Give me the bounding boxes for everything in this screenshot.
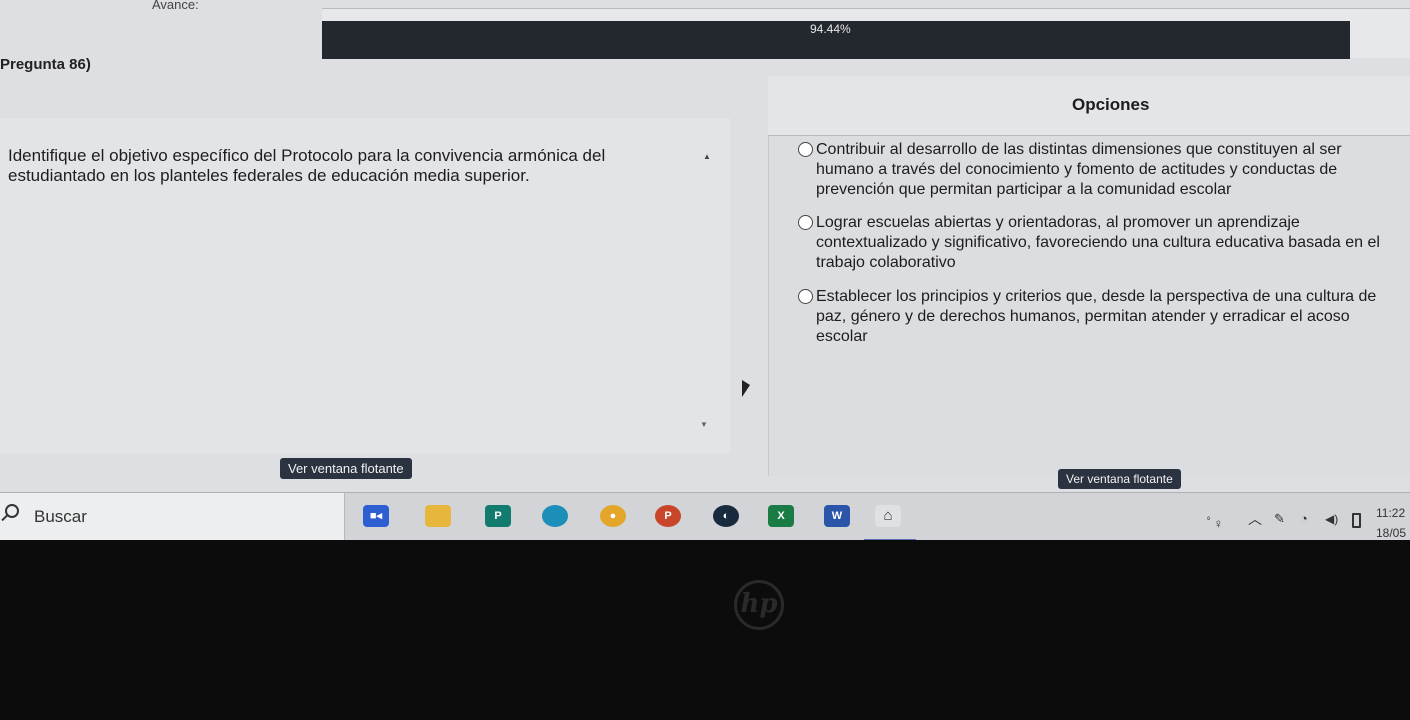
progress-bar: [322, 8, 1410, 59]
scroll-down-icon[interactable]: ▼: [700, 420, 708, 429]
option-text: Lograr escuelas abiertas y orientadoras,…: [816, 214, 1380, 271]
radio-icon[interactable]: [798, 289, 813, 304]
edge-icon[interactable]: [542, 505, 568, 527]
options-panel: [768, 76, 1410, 476]
clock-date[interactable]: 18/05: [1376, 526, 1406, 540]
scroll-up-icon[interactable]: ▲: [703, 152, 711, 161]
zoom-icon[interactable]: ■◂: [363, 505, 389, 527]
question-text: Identifique el objetivo específico del P…: [8, 146, 606, 185]
option-2[interactable]: Lograr escuelas abiertas y orientadoras,…: [798, 213, 1398, 273]
chevron-up-icon[interactable]: ︿: [1248, 509, 1262, 529]
hp-logo-icon: hp: [734, 580, 784, 630]
publisher-icon[interactable]: P: [485, 505, 511, 527]
floating-window-button-left[interactable]: Ver ventana flotante: [280, 458, 412, 479]
pen-icon[interactable]: ✎: [1274, 511, 1285, 527]
taskbar-search[interactable]: Buscar: [0, 493, 345, 540]
screen: Avance: 94.44% Pregunta 86) Identifique …: [0, 0, 1410, 540]
people-icon[interactable]: ﾟ♀: [1207, 513, 1223, 532]
floating-window-button-right[interactable]: Ver ventana flotante: [1058, 469, 1181, 489]
option-1[interactable]: Contribuir al desarrollo de las distinta…: [798, 140, 1398, 200]
radio-icon[interactable]: [798, 142, 813, 157]
file-explorer-icon[interactable]: [425, 505, 451, 527]
radio-icon[interactable]: [798, 215, 813, 230]
powerpoint-icon[interactable]: P: [655, 505, 681, 527]
options-title: Opciones: [1072, 95, 1150, 114]
option-3[interactable]: Establecer los principios y criterios qu…: [798, 287, 1398, 347]
clock-time[interactable]: 11:22: [1376, 506, 1405, 520]
option-text: Establecer los principios y criterios qu…: [816, 288, 1377, 345]
meet-icon[interactable]: ◐: [713, 505, 739, 527]
search-icon: [5, 504, 19, 518]
progress-percent: 94.44%: [810, 22, 851, 36]
exam-app-icon[interactable]: ⌂: [875, 505, 901, 527]
volume-icon[interactable]: ◀): [1325, 512, 1338, 526]
question-title: Pregunta 86): [0, 56, 91, 73]
taskbar: Buscar ■◂ P ● P ◐ X W ⌂ ﾟ♀ ︿ ✎ ◔ ◀) 11:2…: [0, 492, 1410, 540]
wifi-icon[interactable]: ◔: [1300, 511, 1308, 526]
search-label: Buscar: [34, 507, 87, 526]
battery-icon[interactable]: [1352, 513, 1361, 528]
progress-label: Avance:: [152, 0, 199, 12]
monitor-bezel: [0, 540, 1410, 720]
option-text: Contribuir al desarrollo de las distinta…: [816, 141, 1342, 198]
mouse-cursor-icon: [742, 380, 750, 397]
chrome-icon[interactable]: ●: [600, 505, 626, 527]
excel-icon[interactable]: X: [768, 505, 794, 527]
word-icon[interactable]: W: [824, 505, 850, 527]
